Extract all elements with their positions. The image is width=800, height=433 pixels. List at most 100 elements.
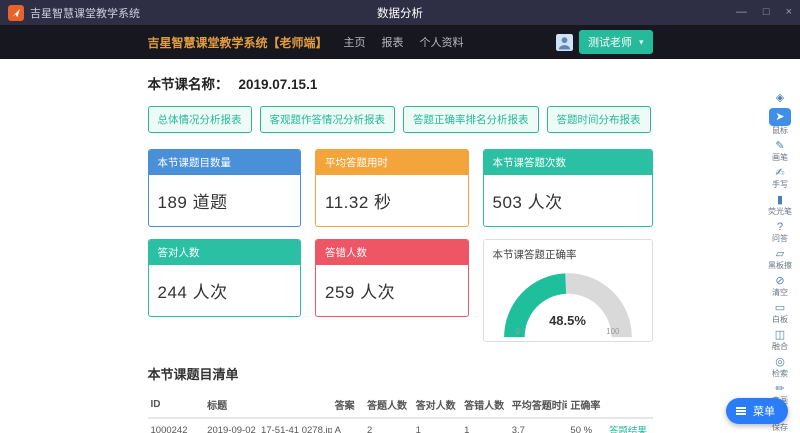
stat-card: 本节课题目数量 189 道题 bbox=[148, 149, 302, 227]
minimize-button[interactable]: — bbox=[736, 0, 747, 25]
cell-wrong: 1 bbox=[461, 418, 509, 433]
whiteboard-icon: ▭ bbox=[775, 301, 785, 315]
toolbar-item[interactable]: ? 问答 bbox=[764, 219, 796, 245]
menu-button[interactable]: 菜单 bbox=[726, 398, 788, 424]
gauge-min-label: 0 bbox=[516, 327, 520, 336]
toolbar-item[interactable]: ▱ 黑板擦 bbox=[764, 246, 796, 272]
highlighter-icon: ▮ bbox=[777, 193, 783, 207]
eraser-icon: ▱ bbox=[776, 247, 784, 261]
report-button[interactable]: 答题正确率排名分析报表 bbox=[403, 106, 539, 133]
stat-card: 答错人数 259 人次 bbox=[315, 239, 469, 317]
tool-label: 检索 bbox=[772, 369, 788, 379]
gauge-max-label: 100 bbox=[606, 327, 619, 336]
tool-label: 清空 bbox=[772, 288, 788, 298]
answer-result-link[interactable]: 答题结果 bbox=[609, 426, 647, 433]
clear-icon: ⊘ bbox=[775, 274, 784, 288]
stat-card: 答对人数 244 人次 bbox=[148, 239, 302, 317]
stat-card-value: 503 人次 bbox=[484, 175, 652, 226]
table-header-cell bbox=[606, 392, 653, 418]
gauge-scale: 0 100 bbox=[516, 327, 620, 336]
cell-id: 1000242 bbox=[148, 418, 205, 433]
lesson-name-label: 本节课名称： bbox=[148, 73, 229, 93]
chevron-down-icon: ▾ bbox=[639, 37, 644, 48]
handwriting-icon: ✍ bbox=[775, 166, 784, 180]
user-name: 测试老师 bbox=[588, 34, 632, 50]
table-header-cell: 答案 bbox=[332, 392, 364, 418]
cell-avg-time: 3.7 bbox=[509, 418, 568, 433]
brand-title[interactable]: 吉星智慧课堂教学系统【老师端】 bbox=[148, 34, 328, 51]
stat-card-title: 本节课题目数量 bbox=[149, 150, 301, 175]
window-titlebar: 吉星智慧课堂教学系统 数据分析 — □ × bbox=[0, 0, 800, 25]
user-avatar[interactable] bbox=[556, 34, 573, 51]
report-buttons-row: 总体情况分析报表 客观题作答情况分析报表 答题正确率排名分析报表 答题时间分布报… bbox=[148, 106, 653, 133]
lesson-title-row: 本节课名称： 2019.07.15.1 bbox=[148, 73, 653, 93]
cell-total: 2 bbox=[364, 418, 413, 433]
cursor-icon: ➤ bbox=[769, 108, 790, 126]
tool-label: 黑板擦 bbox=[768, 261, 792, 271]
pen-icon: ✎ bbox=[775, 139, 784, 153]
stat-cards-grid: 本节课题目数量 189 道题 平均答题用时 11.32 秒 本节课答题次数 50… bbox=[148, 149, 653, 342]
table-header-cell: 答错人数 bbox=[461, 392, 509, 418]
navbar: 吉星智慧课堂教学系统【老师端】 主页 报表 个人资料 测试老师 ▾ bbox=[0, 25, 800, 59]
tool-label: 手写 bbox=[772, 180, 788, 190]
toolbar-item[interactable]: ◎ 检索 bbox=[764, 354, 796, 380]
tool-label: 融合 bbox=[772, 342, 788, 352]
stat-card-title: 本节课答题次数 bbox=[484, 150, 652, 175]
search-icon: ◎ bbox=[775, 355, 785, 369]
stat-card: 本节课答题次数 503 人次 bbox=[483, 149, 653, 227]
app-window: 吉星智慧课堂教学系统 数据分析 — □ × 吉星智慧课堂教学系统【老师端】 主页… bbox=[0, 0, 800, 433]
draw-icon: ✏ bbox=[775, 382, 784, 396]
tool-label: 保存 bbox=[772, 423, 788, 433]
table-header-cell: 标题 bbox=[204, 392, 332, 418]
stat-card-title: 平均答题用时 bbox=[316, 150, 468, 175]
report-button[interactable]: 客观题作答情况分析报表 bbox=[260, 106, 396, 133]
toolbar-item[interactable]: ➤ 鼠标 bbox=[764, 107, 796, 137]
table-header-cell: 答对人数 bbox=[413, 392, 462, 418]
stat-card-value: 11.32 秒 bbox=[316, 175, 468, 226]
window-title: 吉星智慧课堂教学系统 bbox=[30, 5, 140, 21]
toolbar-item[interactable]: ▭ 白板 bbox=[764, 300, 796, 326]
app-logo-icon bbox=[8, 5, 24, 21]
gauge-value: 48.5% bbox=[484, 313, 652, 328]
hamburger-icon bbox=[736, 410, 746, 412]
toolbar-item[interactable]: ◈ bbox=[764, 90, 796, 106]
question-icon: ? bbox=[777, 220, 783, 234]
tool-label: 问答 bbox=[772, 234, 788, 244]
table-section-title: 本节课题目清单 bbox=[148, 364, 653, 383]
toolbar-item[interactable]: ✎ 画笔 bbox=[764, 138, 796, 164]
pin-icon: ◈ bbox=[776, 91, 784, 105]
table-header-cell: 答题人数 bbox=[364, 392, 413, 418]
cell-title: 2019-09-02_17-51-41 0278.jpg bbox=[204, 418, 332, 433]
toolbar-item[interactable]: ▮ 荧光笔 bbox=[764, 192, 796, 218]
user-menu-button[interactable]: 测试老师 ▾ bbox=[579, 30, 653, 54]
main-content: 本节课名称： 2019.07.15.1 总体情况分析报表 客观题作答情况分析报表… bbox=[0, 59, 800, 433]
stat-card: 平均答题用时 11.32 秒 bbox=[315, 149, 469, 227]
report-button[interactable]: 总体情况分析报表 bbox=[148, 106, 252, 133]
toolbar-item[interactable]: ⊘ 清空 bbox=[764, 273, 796, 299]
table-header-cell: 正确率 bbox=[567, 392, 605, 418]
report-button[interactable]: 答题时间分布报表 bbox=[547, 106, 651, 133]
stat-card-value: 259 人次 bbox=[316, 265, 468, 316]
merge-icon: ◫ bbox=[775, 328, 785, 342]
tool-label: 荧光笔 bbox=[768, 207, 792, 217]
gauge-title: 本节课答题正确率 bbox=[493, 247, 643, 262]
menu-button-label: 菜单 bbox=[753, 403, 775, 419]
tool-label: 白板 bbox=[772, 315, 788, 325]
nav-menu-item[interactable]: 个人资料 bbox=[420, 34, 464, 50]
nav-menu-item[interactable]: 报表 bbox=[382, 34, 404, 50]
toolbar-item[interactable]: ✍ 手写 bbox=[764, 165, 796, 191]
table-header-cell: ID bbox=[148, 392, 205, 418]
tool-label: 画笔 bbox=[772, 153, 788, 163]
toolbar-item[interactable]: ◫ 融合 bbox=[764, 327, 796, 353]
nav-menu-item[interactable]: 主页 bbox=[344, 34, 366, 50]
stat-card-value: 244 人次 bbox=[149, 265, 301, 316]
cell-correct: 1 bbox=[413, 418, 462, 433]
right-toolbar: ◈ ➤ 鼠标 ✎ 画笔 ✍ 手写 ▮ 荧光笔 ? bbox=[762, 90, 798, 433]
maximize-button[interactable]: □ bbox=[763, 0, 770, 25]
tool-label: 鼠标 bbox=[772, 126, 788, 136]
questions-table: ID 标题 答案 答题人数 答对人数 答错人数 平均答题时间 bbox=[148, 392, 653, 433]
table-header-row: ID 标题 答案 答题人数 答对人数 答错人数 平均答题时间 bbox=[148, 392, 653, 418]
gauge-card: 本节课答题正确率 48.5% 0 100 bbox=[483, 239, 653, 342]
cell-rate: 50 % bbox=[567, 418, 605, 433]
close-button[interactable]: × bbox=[786, 0, 792, 25]
